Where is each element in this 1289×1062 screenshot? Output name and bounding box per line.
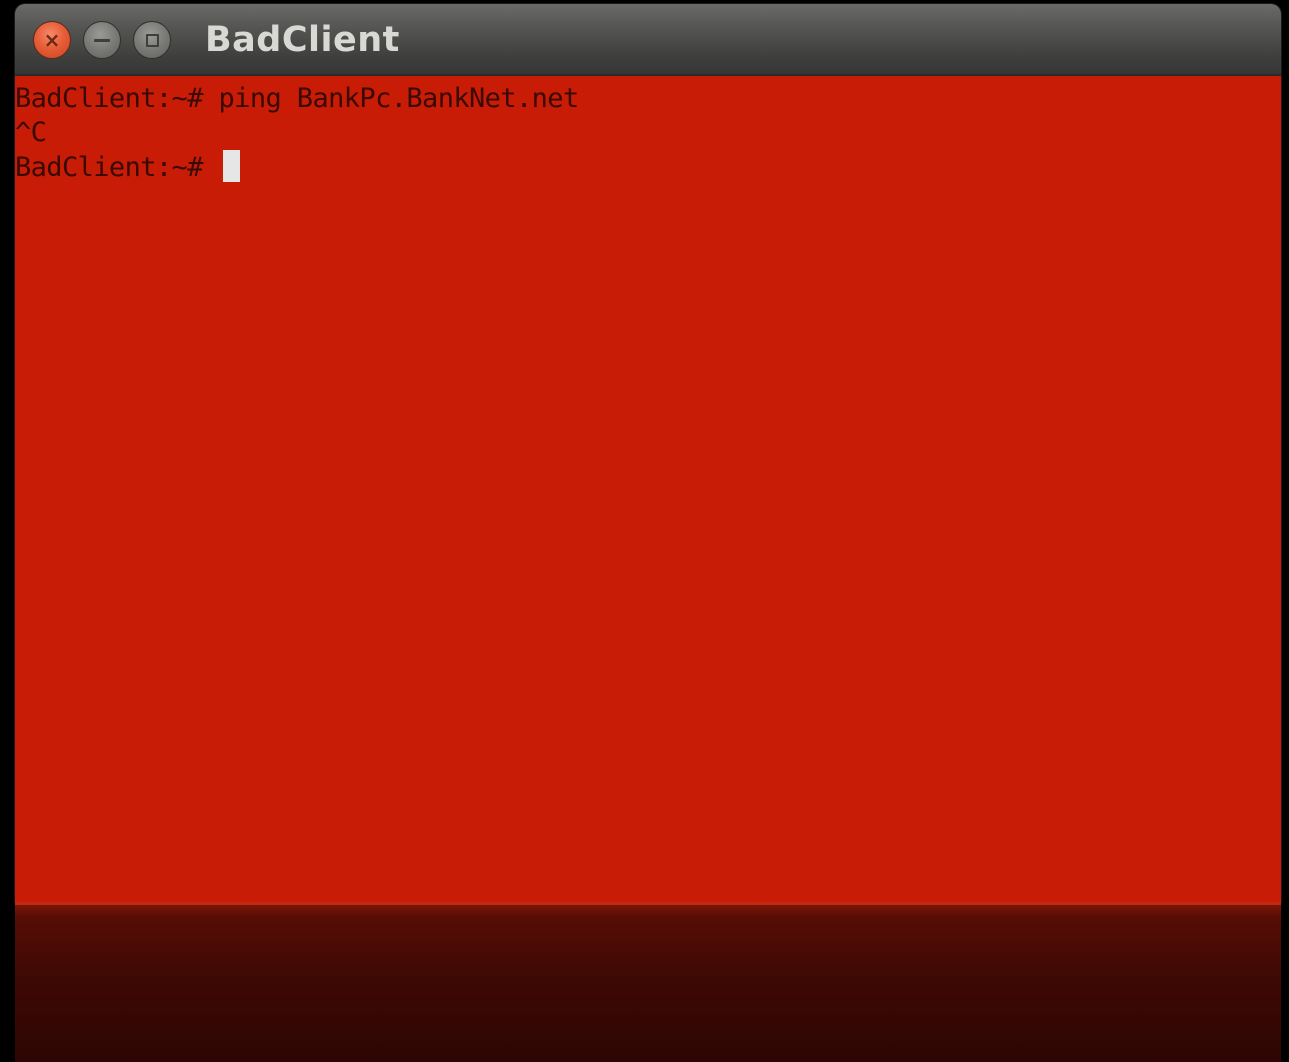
text-cursor (222, 150, 240, 182)
terminal-prompt: BadClient:~# (15, 152, 219, 183)
window-title: BadClient (205, 20, 400, 60)
terminal-window: × BadClient BadClient:~# ping BankPc.Ban… (15, 4, 1281, 902)
window-titlebar[interactable]: × BadClient (15, 4, 1281, 76)
desktop: × BadClient BadClient:~# ping BankPc.Ban… (0, 0, 1289, 1062)
close-icon: × (43, 28, 61, 52)
terminal-output[interactable]: BadClient:~# ping BankPc.BankNet.net ^C … (15, 76, 1281, 902)
terminal-line: BadClient:~# ping BankPc.BankNet.net (15, 83, 579, 114)
minimize-button[interactable] (83, 21, 121, 59)
close-button[interactable]: × (33, 21, 71, 59)
terminal-line: ^C (15, 117, 47, 148)
minimize-icon (94, 38, 110, 42)
window-reflection (15, 902, 1281, 1062)
terminal-prompt-line[interactable]: BadClient:~# (15, 150, 1281, 184)
maximize-button[interactable] (133, 21, 171, 59)
maximize-icon (145, 33, 159, 47)
